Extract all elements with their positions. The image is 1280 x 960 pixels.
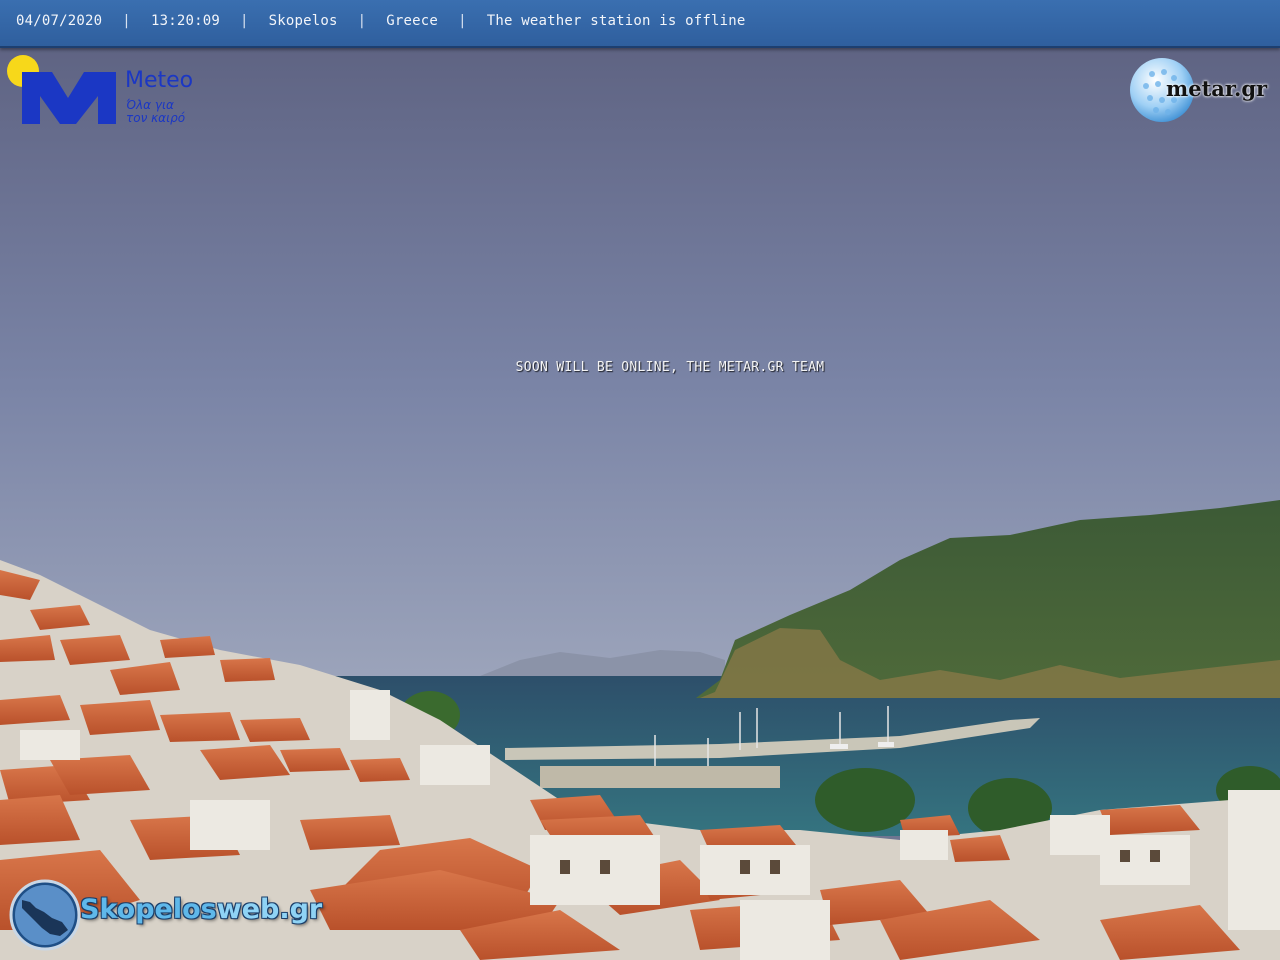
metar-logo-text: metar.gr <box>1166 76 1268 101</box>
status-separator: | <box>357 13 367 29</box>
offline-message: SOON WILL BE ONLINE, THE METAR.GR TEAM <box>515 360 825 375</box>
meteo-m-icon <box>22 72 116 124</box>
meteo-tagline-line1: Όλα για <box>126 98 174 112</box>
meteo-brand-text: Meteo <box>125 68 194 93</box>
status-time: 13:20:09 <box>150 13 220 29</box>
status-separator: | <box>458 13 467 29</box>
status-bar-text: 04/07/2020 | 13:20:09 | Skopelos | Greece | The … <box>16 13 746 29</box>
skopelosweb-suffix: web.gr <box>216 894 323 925</box>
status-separator: | <box>122 13 131 29</box>
skopelosweb-main: Skopelos <box>80 894 217 925</box>
skopelosweb-logo-text: Skopelosweb.gr <box>80 894 322 925</box>
status-bar: 04/07/2020 | 13:20:09 | Skopelos | Greece | The … <box>0 0 1280 48</box>
status-location: Skopelos <box>268 13 338 29</box>
meteo-tagline-line2: τον καιρό <box>126 111 186 125</box>
status-country: Greece <box>386 13 439 29</box>
station-status: The weather station is offline <box>486 13 746 29</box>
webcam-scene <box>0 0 1280 960</box>
skopelosweb-badge <box>9 879 81 951</box>
status-separator: | <box>239 13 249 29</box>
status-date: 04/07/2020 <box>16 13 103 29</box>
